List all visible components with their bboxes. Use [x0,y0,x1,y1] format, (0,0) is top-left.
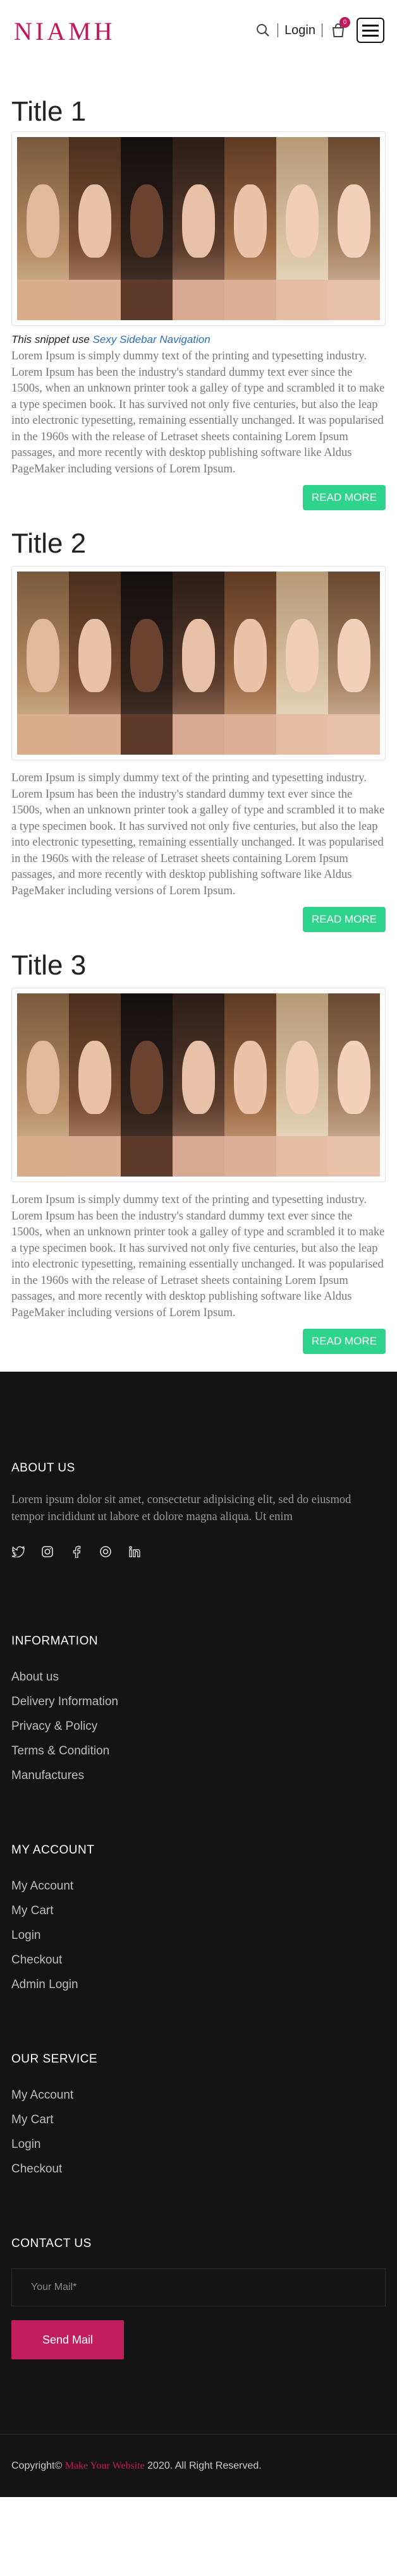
copyright-link[interactable]: Make Your Website [65,2460,145,2471]
about-text: Lorem ipsum dolor sit amet, consectetur … [11,1494,351,1523]
portrait-strip [276,572,328,755]
portrait-strip [69,137,121,320]
footer-information: INFORMATION About us Delivery Informatio… [11,1559,386,1788]
portrait-strip [17,572,69,755]
footer-link-my-cart[interactable]: My Cart [11,2107,386,2132]
footer-link-admin-login[interactable]: Admin Login [11,1972,386,1997]
footer-heading: MY ACCOUNT [11,1843,95,1857]
instagram-icon[interactable] [40,1545,54,1559]
portrait-strip [17,137,69,320]
portrait-strip [276,137,328,320]
post-3: Title 3 Lorem Ipsum is simply dummy text… [0,932,397,1354]
snippet-note: This snippet use Sexy Sidebar Navigation [11,333,211,345]
footer-our-service: OUR SERVICE My Account My Cart Login Che… [11,1997,386,2181]
information-links: About us Delivery Information Privacy & … [11,1665,386,1788]
social-links [11,1545,386,1559]
portrait-collage [17,993,380,1177]
footer-link-login[interactable]: Login [11,1923,386,1948]
linkedin-icon[interactable] [128,1545,142,1559]
read-more-button[interactable]: READ MORE [303,1329,386,1354]
footer-link-checkout[interactable]: Checkout [11,2157,386,2181]
portrait-strip [328,993,380,1177]
header-actions: Login 0 [255,17,384,43]
copyright-text: Copyright© Make Your Website 2020. All R… [11,2460,262,2471]
footer-about: ABOUT US Lorem ipsum dolor sit amet, con… [11,1372,386,1559]
portrait-strip [17,993,69,1177]
portrait-strip [328,572,380,755]
snippet-link[interactable]: Sexy Sidebar Navigation [93,333,211,345]
post-image [11,566,386,760]
portrait-collage [17,137,380,320]
portrait-strip [328,137,380,320]
portrait-strip [224,572,276,755]
post-body: Lorem Ipsum is simply dummy text of the … [11,772,385,897]
portrait-strip [121,572,173,755]
footer-heading: ABOUT US [11,1461,75,1475]
post-title: Title 2 [11,528,87,559]
cart-button[interactable]: 0 [329,17,350,40]
post-image [11,988,386,1182]
footer-heading: CONTACT US [11,2237,92,2250]
service-links: My Account My Cart Login Checkout [11,2083,386,2181]
footer-link-delivery-information[interactable]: Delivery Information [11,1689,386,1714]
portrait-strip [121,137,173,320]
post-body: Lorem Ipsum is simply dummy text of the … [11,1194,385,1319]
portrait-strip [69,572,121,755]
hamburger-icon [362,24,379,27]
copyright-bar: Copyright© Make Your Website 2020. All R… [0,2434,397,2497]
login-link[interactable]: Login [284,23,315,38]
footer-link-checkout[interactable]: Checkout [11,1948,386,1972]
portrait-collage [17,572,380,755]
site-footer: ABOUT US Lorem ipsum dolor sit amet, con… [0,1372,397,2434]
footer-link-login[interactable]: Login [11,2132,386,2157]
twitter-icon[interactable] [11,1545,25,1559]
footer-heading: OUR SERVICE [11,2052,98,2066]
read-more-button[interactable]: READ MORE [303,485,386,510]
portrait-strip [224,993,276,1177]
footer-link-manufactures[interactable]: Manufactures [11,1763,386,1788]
site-header: NIAMH Login 0 [0,0,397,61]
footer-link-my-account[interactable]: My Account [11,2083,386,2107]
post-title: Title 1 [11,96,87,127]
send-mail-button[interactable]: Send Mail [11,2320,124,2359]
portrait-strip [173,572,224,755]
search-icon[interactable] [255,22,271,39]
read-more-button[interactable]: READ MORE [303,907,386,932]
post-2: Title 2 Lorem Ipsum is simply dummy text… [0,510,397,932]
footer-link-my-account[interactable]: My Account [11,1874,386,1898]
footer-link-my-cart[interactable]: My Cart [11,1898,386,1923]
footer-contact: CONTACT US Send Mail [11,2181,386,2434]
account-links: My Account My Cart Login Checkout Admin … [11,1874,386,1997]
logo[interactable]: NIAMH [14,16,116,46]
portrait-strip [173,137,224,320]
portrait-strip [121,993,173,1177]
menu-button[interactable] [357,18,384,43]
footer-link-terms-condition[interactable]: Terms & Condition [11,1739,386,1763]
post-body: Lorem Ipsum is simply dummy text of the … [11,350,385,476]
footer-my-account: MY ACCOUNT My Account My Cart Login Chec… [11,1788,386,1997]
post-image [11,131,386,326]
footer-link-about-us[interactable]: About us [11,1665,386,1689]
footer-link-privacy-policy[interactable]: Privacy & Policy [11,1714,386,1739]
dribbble-icon[interactable] [99,1545,113,1559]
portrait-strip [69,993,121,1177]
facebook-icon[interactable] [70,1545,83,1559]
cart-count-badge: 0 [339,17,350,28]
portrait-strip [173,993,224,1177]
portrait-strip [224,137,276,320]
email-field[interactable] [11,2268,386,2306]
post-1: Title 1 This snippet use Sexy Sidebar Na… [0,61,397,510]
portrait-strip [276,993,328,1177]
post-title: Title 3 [11,950,87,981]
footer-heading: INFORMATION [11,1634,99,1648]
